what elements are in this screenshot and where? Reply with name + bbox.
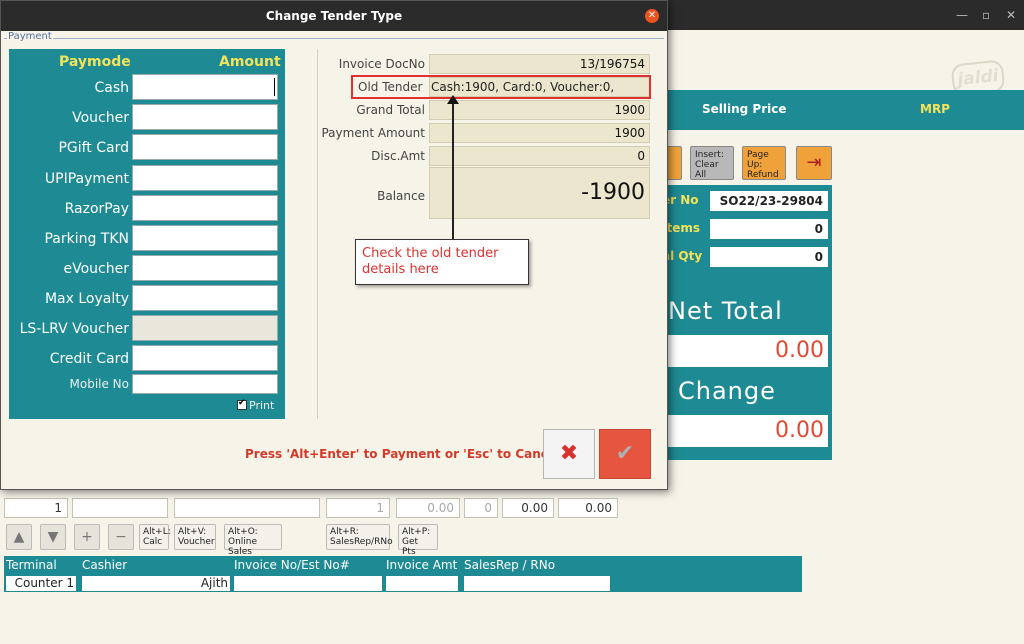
- mobile-no-label: Mobile No: [69, 377, 130, 391]
- terminal-value: Counter 1: [6, 576, 76, 591]
- move-down-button[interactable]: ▼: [40, 524, 66, 550]
- paymode-label-voucher: Voucher: [72, 110, 129, 126]
- paymode-label-credit: Credit Card: [49, 351, 129, 367]
- mobile-no-input[interactable]: [132, 374, 278, 394]
- invoice-no-value: [234, 576, 382, 591]
- invoice-amt-label: Invoice Amt: [386, 558, 458, 572]
- qty-value: 0: [710, 247, 828, 267]
- paymode-label-loyalty: Max Loyalty: [44, 291, 129, 307]
- cash-amount-input[interactable]: [132, 74, 278, 100]
- change-label: Change: [678, 377, 776, 405]
- move-up-button[interactable]: ▲: [6, 524, 32, 550]
- invoice-docno-label: Invoice DocNo: [338, 57, 425, 71]
- change-tender-dialog: Change Tender Type ✕ Payment Paymode Amo…: [0, 0, 668, 490]
- dialog-title: Change Tender Type: [1, 1, 667, 31]
- pgift-amount-input[interactable]: [132, 134, 278, 160]
- row-total-field[interactable]: 0.00: [558, 498, 618, 518]
- print-checkbox[interactable]: Print: [237, 398, 275, 412]
- paymode-label-lsrv: LS-LRV Voucher: [19, 321, 129, 337]
- credit-card-amount-input[interactable]: [132, 345, 278, 371]
- order-no-value: SO22/23-29804: [710, 191, 828, 211]
- arrow-up-icon: [447, 95, 459, 104]
- paymode-header: Paymode: [59, 54, 131, 70]
- parking-amount-input[interactable]: [132, 225, 278, 251]
- disc-amt-value: 0: [429, 146, 650, 166]
- salesrep-label: SalesRep / RNo: [464, 558, 556, 572]
- row-amount-field[interactable]: 0.00: [502, 498, 554, 518]
- row-disc-field[interactable]: 0: [464, 498, 498, 518]
- callout-pointer-line: [452, 99, 454, 239]
- maximize-icon[interactable]: ▫: [982, 8, 990, 22]
- razorpay-amount-input[interactable]: [132, 195, 278, 221]
- paymode-label-upi: UPIPayment: [44, 171, 129, 187]
- cashier-value: Ajith: [82, 576, 230, 591]
- qty-label: al Qty: [662, 249, 703, 263]
- balance-label: Balance: [377, 189, 425, 203]
- net-total-value: 0.00: [668, 335, 828, 367]
- voucher-amount-input[interactable]: [132, 104, 278, 130]
- online-sales-button[interactable]: Alt+O: Online Sales: [224, 524, 282, 557]
- payment-group-label: Payment: [7, 31, 53, 42]
- net-total-label: Net Total: [668, 297, 783, 325]
- paymode-label-parking: Parking TKN: [44, 231, 129, 247]
- row-qty-field[interactable]: 1: [4, 498, 68, 518]
- callout-annotation: Check the old tender details here: [355, 239, 529, 285]
- salesrep-button[interactable]: Alt+R: SalesRep/RNo: [326, 524, 393, 550]
- invoice-no-label: Invoice No/Est No#: [234, 558, 350, 572]
- checkbox-checked-icon[interactable]: [237, 398, 247, 410]
- old-tender-label: Old Tender: [358, 80, 423, 94]
- add-button[interactable]: +: [74, 524, 100, 550]
- keyboard-hint: Press 'Alt+Enter' to Payment or 'Esc' to…: [245, 447, 561, 461]
- upi-amount-input[interactable]: [132, 165, 278, 191]
- selling-price-header: Selling Price: [702, 102, 787, 116]
- remove-button[interactable]: −: [108, 524, 134, 550]
- status-footer: Terminal Cashier Invoice No/Est No# Invo…: [4, 556, 802, 592]
- mrp-header: MRP: [920, 102, 950, 116]
- cashier-label: Cashier: [82, 558, 128, 572]
- amount-header: Amount: [219, 54, 281, 70]
- paymode-panel: Paymode Amount Cash Voucher PGift Card U…: [9, 49, 285, 419]
- evoucher-amount-input[interactable]: [132, 255, 278, 281]
- close-icon[interactable]: ✕: [1006, 8, 1016, 22]
- balance-value: -1900: [429, 167, 650, 219]
- paymode-label-razorpay: RazorPay: [64, 201, 129, 217]
- loyalty-amount-input[interactable]: [132, 285, 278, 311]
- confirm-button[interactable]: ✔: [599, 429, 651, 479]
- minimize-icon[interactable]: —: [956, 8, 968, 22]
- cancel-button[interactable]: ✖: [543, 429, 595, 479]
- row-unit-field[interactable]: 1: [326, 498, 390, 518]
- grand-total-value: 1900: [429, 100, 650, 120]
- clear-all-button[interactable]: Insert: Clear All: [690, 146, 734, 180]
- row-price-field[interactable]: 0.00: [396, 498, 460, 518]
- row-desc-field[interactable]: [174, 498, 320, 518]
- payment-amount-label: Payment Amount: [321, 126, 425, 140]
- refund-button[interactable]: Page Up: Refund: [742, 146, 786, 180]
- grand-total-label: Grand Total: [356, 103, 425, 117]
- exit-icon[interactable]: ⇥: [796, 146, 832, 180]
- change-value: 0.00: [668, 415, 828, 447]
- payment-amount-value: 1900: [429, 123, 650, 143]
- invoice-amt-value: [386, 576, 458, 591]
- dialog-close-icon[interactable]: ✕: [645, 9, 659, 23]
- paymode-label-cash: Cash: [94, 80, 129, 96]
- calc-button[interactable]: Alt+L: Calc: [139, 524, 171, 550]
- totals-panel: er No SO22/23-29804 Items 0 al Qty 0 Net…: [660, 185, 832, 460]
- old-tender-value: Cash:1900, Card:0, Voucher:0,: [431, 80, 615, 94]
- voucher-button[interactable]: Alt+V: Voucher: [174, 524, 216, 550]
- get-points-button[interactable]: Alt+P: Get Pts: [398, 524, 438, 557]
- paymode-label-evoucher: eVoucher: [63, 261, 129, 277]
- lsrv-amount-input: [132, 315, 278, 341]
- row-code-field[interactable]: [72, 498, 168, 518]
- salesrep-value: [464, 576, 610, 591]
- terminal-label: Terminal: [6, 558, 57, 572]
- items-value: 0: [710, 219, 828, 239]
- print-label: Print: [249, 399, 275, 412]
- invoice-docno-value: 13/196754: [429, 54, 650, 74]
- item-grid-header: Selling Price MRP: [660, 90, 1024, 130]
- paymode-label-pgift: PGift Card: [58, 140, 129, 156]
- disc-amt-label: Disc.Amt: [371, 149, 425, 163]
